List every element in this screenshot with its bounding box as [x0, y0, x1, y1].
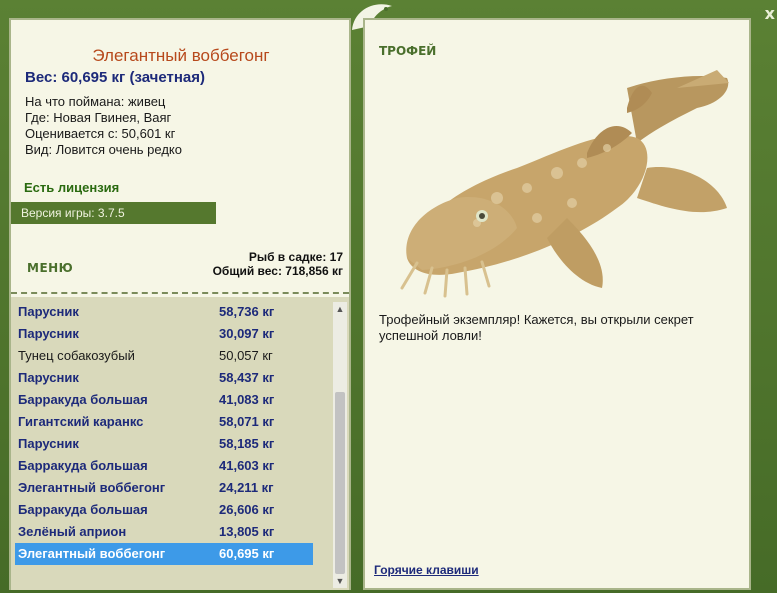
fish-valued: Оценивается с: 50,601 кг [25, 126, 176, 141]
license-status: Есть лицензия [24, 180, 120, 195]
list-item-weight: 58,071 кг [219, 414, 275, 429]
fish-weight: Вес: 60,695 кг (зачетная) [25, 69, 206, 86]
fish-title: Элегантный воббегонг [92, 46, 270, 65]
list-item[interactable]: Парусник 58,736 кг [15, 301, 313, 323]
keepnet-count: Рыб в садке: 17 [248, 250, 343, 264]
list-item-name: Гигантский каранкс [18, 414, 144, 429]
list-item-weight: 41,603 кг [219, 458, 275, 473]
list-item[interactable]: Барракуда большая 26,606 кг [15, 499, 313, 521]
list-item-name: Барракуда большая [18, 458, 148, 473]
divider [11, 292, 349, 294]
fish-species: Вид: Ловится очень редко [25, 142, 182, 157]
list-item-weight: 24,211 кг [219, 480, 274, 495]
list-item[interactable]: Зелёный априон 13,805 кг [15, 521, 313, 543]
list-item-weight: 58,437 кг [219, 370, 275, 385]
hotkeys-link[interactable]: Горячие клавиши [374, 563, 479, 577]
list-item-name: Тунец собакозубый [18, 348, 135, 363]
list-item-weight: 26,606 кг [219, 502, 275, 517]
list-scrollbar[interactable]: ▲ ▼ [333, 302, 347, 588]
list-item-selected[interactable]: Элегантный воббегонг 60,695 кг [15, 543, 313, 565]
list-item-name: Парусник [18, 304, 79, 319]
list-item-weight: 30,097 кг [219, 326, 275, 341]
scroll-thumb[interactable] [335, 392, 345, 574]
list-item-name: Зелёный априон [18, 524, 127, 539]
list-item-name: Элегантный воббегонг [18, 546, 166, 561]
list-item[interactable]: Барракуда большая 41,083 кг [15, 389, 313, 411]
menu-button[interactable]: МЕНЮ [27, 261, 73, 275]
fish-info-panel: Элегантный воббегонг Вес: 60,695 кг (зач… [9, 18, 351, 590]
keepnet-total-weight: Общий вес: 718,856 кг [212, 264, 343, 278]
list-item-weight: 13,805 кг [219, 524, 275, 539]
list-item[interactable]: Тунец собакозубый 50,057 кг [15, 345, 313, 367]
list-item-name: Парусник [18, 436, 79, 451]
list-item-name: Парусник [18, 370, 79, 385]
catch-list: Парусник 58,736 кг Парусник 30,097 кг Ту… [11, 297, 349, 590]
wobbegong-fish-image [400, 70, 729, 298]
list-item-weight: 60,695 кг [219, 546, 275, 561]
fish-bait: На что поймана: живец [25, 94, 166, 109]
list-item-name: Барракуда большая [18, 502, 148, 517]
list-item[interactable]: Элегантный воббегонг 24,211 кг [15, 477, 313, 499]
list-item[interactable]: Парусник 30,097 кг [15, 323, 313, 345]
scroll-up-arrow-icon[interactable]: ▲ [333, 302, 347, 316]
list-item-weight: 58,185 кг [219, 436, 275, 451]
list-item[interactable]: Парусник 58,185 кг [15, 433, 313, 455]
list-item[interactable]: Парусник 58,437 кг [15, 367, 313, 389]
list-item[interactable]: Барракуда большая 41,603 кг [15, 455, 313, 477]
fish-location: Где: Новая Гвинея, Ваяг [25, 110, 172, 125]
list-item-weight: 41,083 кг [219, 392, 275, 407]
list-item[interactable]: Гигантский каранкс 58,071 кг [15, 411, 313, 433]
list-item-name: Барракуда большая [18, 392, 148, 407]
trophy-panel: ТРОФЕЙ Трофейный экземпляр! Кажется, вы … [363, 18, 751, 590]
scroll-down-arrow-icon[interactable]: ▼ [333, 574, 347, 588]
version-bar: Версия игры: 3.7.5 [11, 202, 216, 224]
list-item-weight: 50,057 кг [219, 348, 273, 363]
list-item-name: Парусник [18, 326, 79, 341]
trophy-message: Трофейный экземпляр! Кажется, вы открыли… [379, 312, 694, 343]
close-button[interactable]: x [765, 4, 775, 23]
list-item-name: Элегантный воббегонг [18, 480, 166, 495]
list-item-weight: 58,736 кг [219, 304, 275, 319]
